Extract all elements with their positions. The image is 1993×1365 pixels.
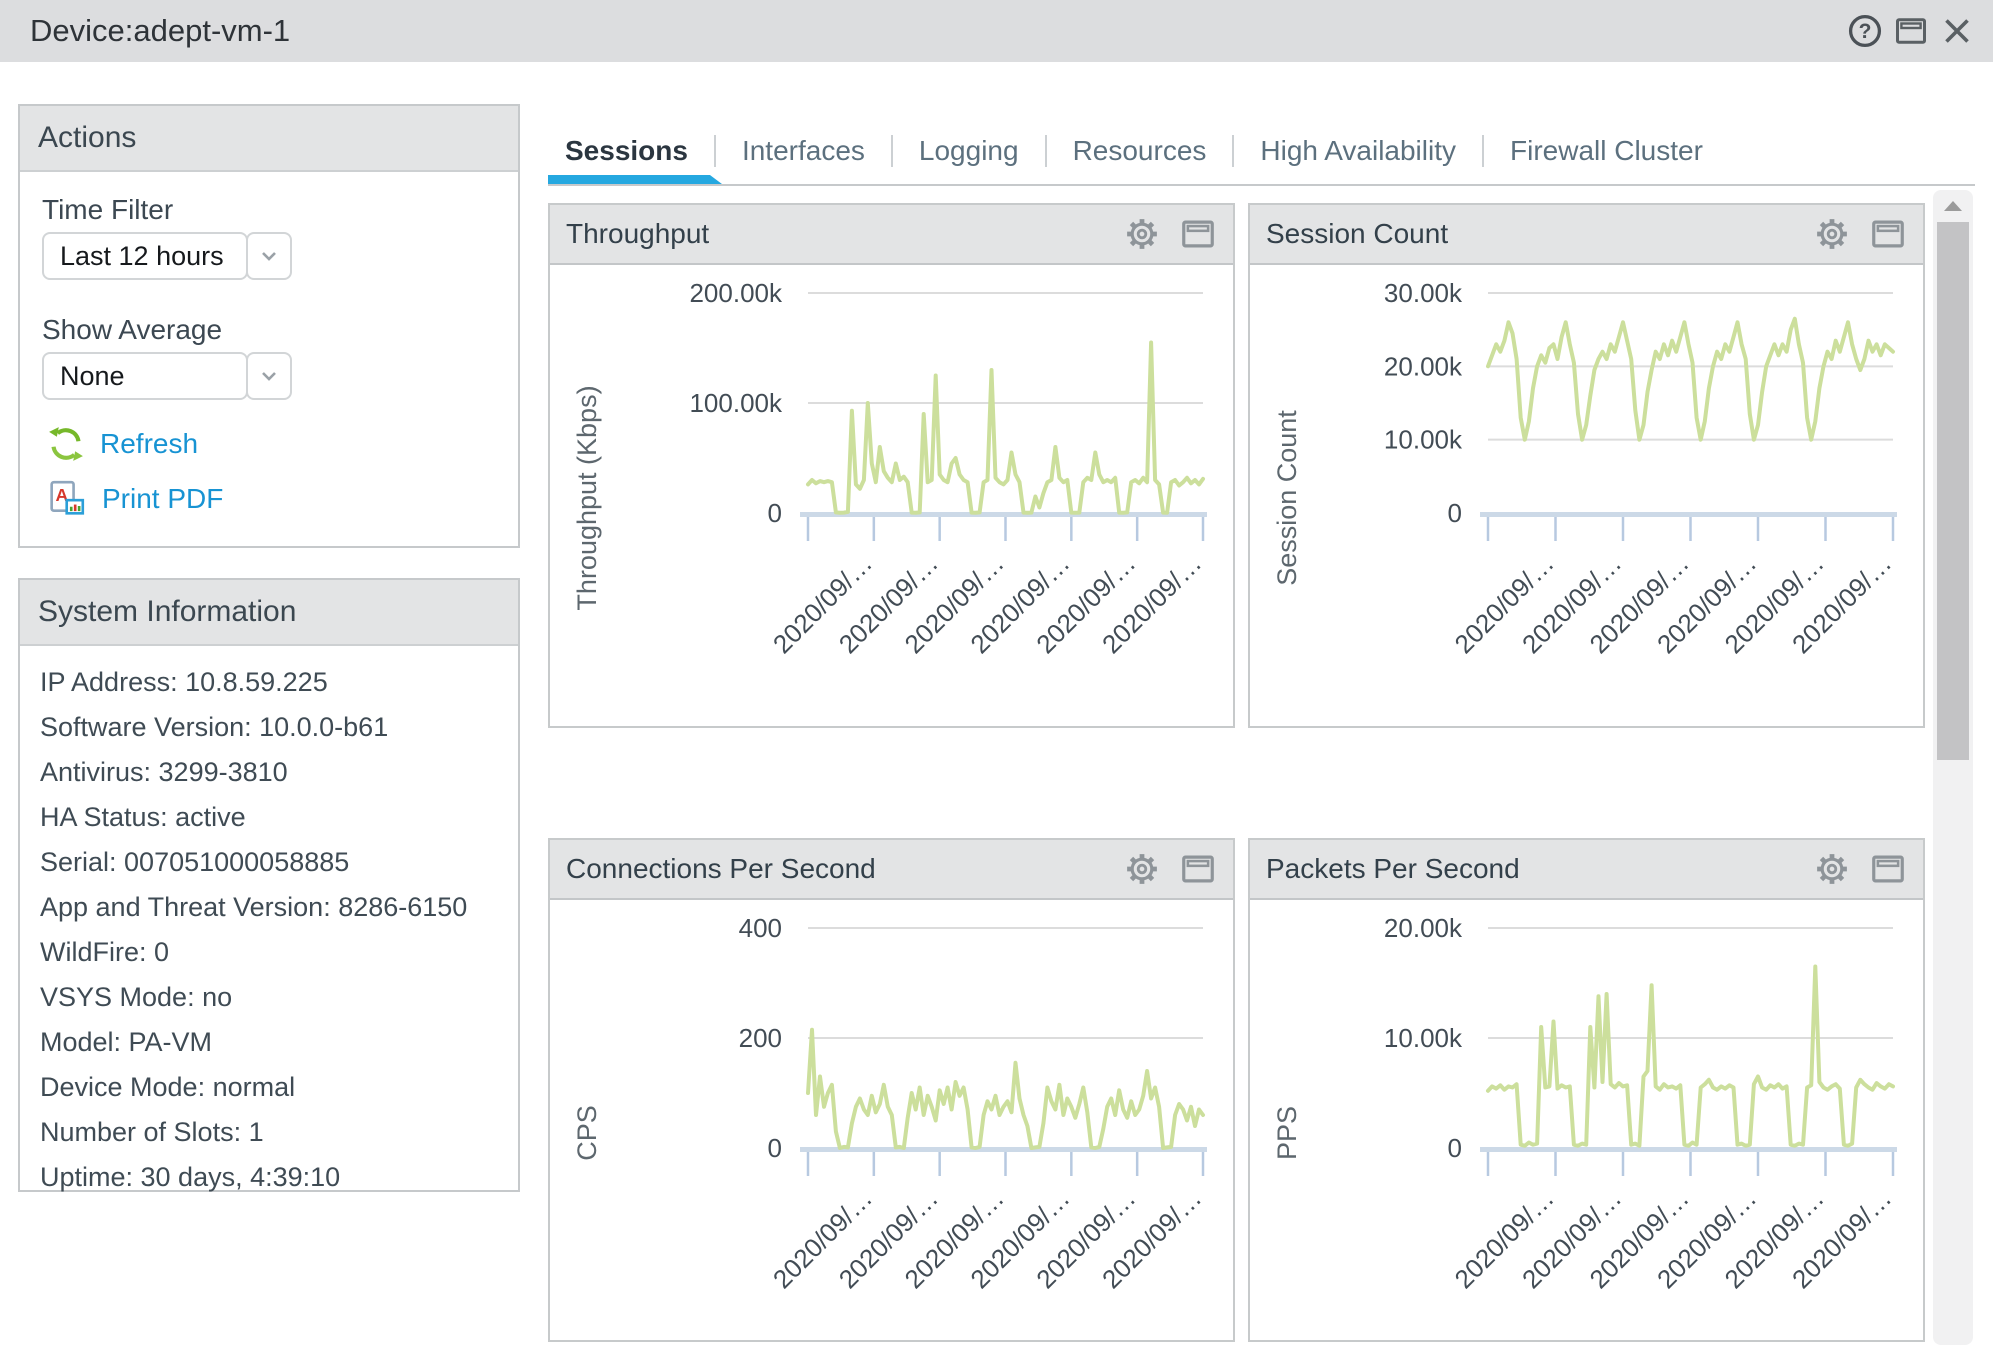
svg-text:Throughput (Kbps): Throughput (Kbps) [572,385,602,610]
time-filter-label: Time Filter [42,194,173,226]
tab-label: Interfaces [742,135,865,167]
system-information-panel: System Information IP Address: 10.8.59.2… [18,578,520,1192]
system-info-item: WildFire: 0 [40,930,498,975]
system-info-item: IP Address: 10.8.59.225 [40,660,498,705]
svg-text:10.00k: 10.00k [1384,1023,1463,1053]
panel-title: Session Count [1250,218,1813,250]
tab-label: Firewall Cluster [1510,135,1703,167]
panel-title: Packets Per Second [1250,853,1813,885]
svg-text:200.00k: 200.00k [689,278,783,308]
actions-panel: Actions Time Filter Last 12 hours Show A… [18,104,520,548]
packets-per-second-panel: Packets Per Second [1248,838,1925,1342]
tab-high-availability[interactable]: High Availability [1234,118,1482,184]
svg-text:0: 0 [768,498,782,528]
svg-text:?: ? [1859,20,1872,43]
tab-sessions[interactable]: Sessions [548,118,714,184]
window-icon[interactable] [1179,215,1217,253]
system-info-item: Serial: 007051000058885 [40,840,498,885]
time-filter-select[interactable]: Last 12 hours [42,232,292,280]
system-info-item: Model: PA-VM [40,1020,498,1065]
panel-header: Packets Per Second [1250,840,1923,900]
svg-text:100.00k: 100.00k [689,388,783,418]
tab-logging[interactable]: Logging [893,118,1045,184]
system-info-item: Uptime: 30 days, 4:39:10 [40,1155,498,1200]
refresh-label: Refresh [100,428,198,460]
show-average-value: None [42,352,248,400]
chevron-down-icon[interactable] [246,352,292,400]
panel-title: Connections Per Second [550,853,1123,885]
actions-panel-title: Actions [20,106,518,172]
svg-text:0: 0 [1448,1133,1462,1163]
system-info-item: Number of Slots: 1 [40,1110,498,1155]
panel-header: Session Count [1250,205,1923,265]
svg-text:20.00k: 20.00k [1384,913,1463,943]
refresh-link[interactable]: Refresh [48,426,198,462]
throughput-chart: 0100.00k200.00k2020/09/…2020/09/…2020/09… [550,265,1233,701]
window-title: Device:adept-vm-1 [30,0,290,62]
device-monitor-window: Device:adept-vm-1 ? Actions Time Filter … [0,0,1993,1365]
window-restore-icon[interactable] [1893,13,1929,49]
svg-text:20.00k: 20.00k [1384,351,1463,381]
tab-bar: Sessions Interfaces Logging Resources Hi… [548,118,1729,184]
system-info-item: Software Version: 10.0.0-b61 [40,705,498,750]
pdf-icon: A [48,480,86,518]
system-information-list: IP Address: 10.8.59.225 Software Version… [20,646,518,1214]
gear-icon[interactable] [1813,850,1851,888]
svg-text:PPS: PPS [1272,1106,1302,1160]
window-icon[interactable] [1869,215,1907,253]
help-icon[interactable]: ? [1847,13,1883,49]
gear-icon[interactable] [1123,850,1161,888]
vertical-scrollbar[interactable] [1933,190,1973,1345]
print-pdf-link[interactable]: A Print PDF [48,480,223,518]
scrollbar-thumb[interactable] [1937,222,1969,760]
gear-icon[interactable] [1813,215,1851,253]
svg-text:200: 200 [739,1023,782,1053]
tab-firewall-cluster[interactable]: Firewall Cluster [1484,118,1729,184]
tabs-divider [548,184,1975,186]
svg-text:10.00k: 10.00k [1384,425,1463,455]
system-info-item: Antivirus: 3299-3810 [40,750,498,795]
window-titlebar: Device:adept-vm-1 ? [0,0,1993,62]
session-count-panel: Session Count 01 [1248,203,1925,728]
connections-per-second-chart: 02004002020/09/…2020/09/…2020/09/…2020/0… [550,900,1233,1336]
panel-header: Connections Per Second [550,840,1233,900]
svg-text:400: 400 [739,913,782,943]
svg-text:0: 0 [768,1133,782,1163]
window-icon[interactable] [1179,850,1217,888]
packets-per-second-chart: 010.00k20.00k2020/09/…2020/09/…2020/09/…… [1250,900,1923,1336]
tab-label: Resources [1073,135,1207,167]
time-filter-value: Last 12 hours [42,232,248,280]
window-icon[interactable] [1869,850,1907,888]
svg-text:0: 0 [1448,498,1462,528]
session-count-chart: 010.00k20.00k30.00k2020/09/…2020/09/…202… [1250,265,1923,701]
tab-label: Sessions [565,135,688,167]
close-icon[interactable] [1939,13,1975,49]
throughput-panel: Throughput 0100. [548,203,1235,728]
panel-header: Throughput [550,205,1233,265]
tab-interfaces[interactable]: Interfaces [716,118,891,184]
svg-text:CPS: CPS [572,1105,602,1161]
system-info-item: App and Threat Version: 8286-6150 [40,885,498,930]
print-pdf-label: Print PDF [102,483,223,515]
panel-title: Throughput [550,218,1123,250]
show-average-select[interactable]: None [42,352,292,400]
scroll-up-icon[interactable] [1942,198,1964,214]
refresh-icon [48,426,84,462]
svg-text:Session Count: Session Count [1272,410,1302,586]
tab-resources[interactable]: Resources [1047,118,1233,184]
show-average-label: Show Average [42,314,222,346]
system-info-item: VSYS Mode: no [40,975,498,1020]
connections-per-second-panel: Connections Per Second [548,838,1235,1342]
tab-label: Logging [919,135,1019,167]
tab-label: High Availability [1260,135,1456,167]
system-information-title: System Information [20,580,518,646]
system-info-item: HA Status: active [40,795,498,840]
chevron-down-icon[interactable] [246,232,292,280]
gear-icon[interactable] [1123,215,1161,253]
svg-text:30.00k: 30.00k [1384,278,1463,308]
system-info-item: Device Mode: normal [40,1065,498,1110]
